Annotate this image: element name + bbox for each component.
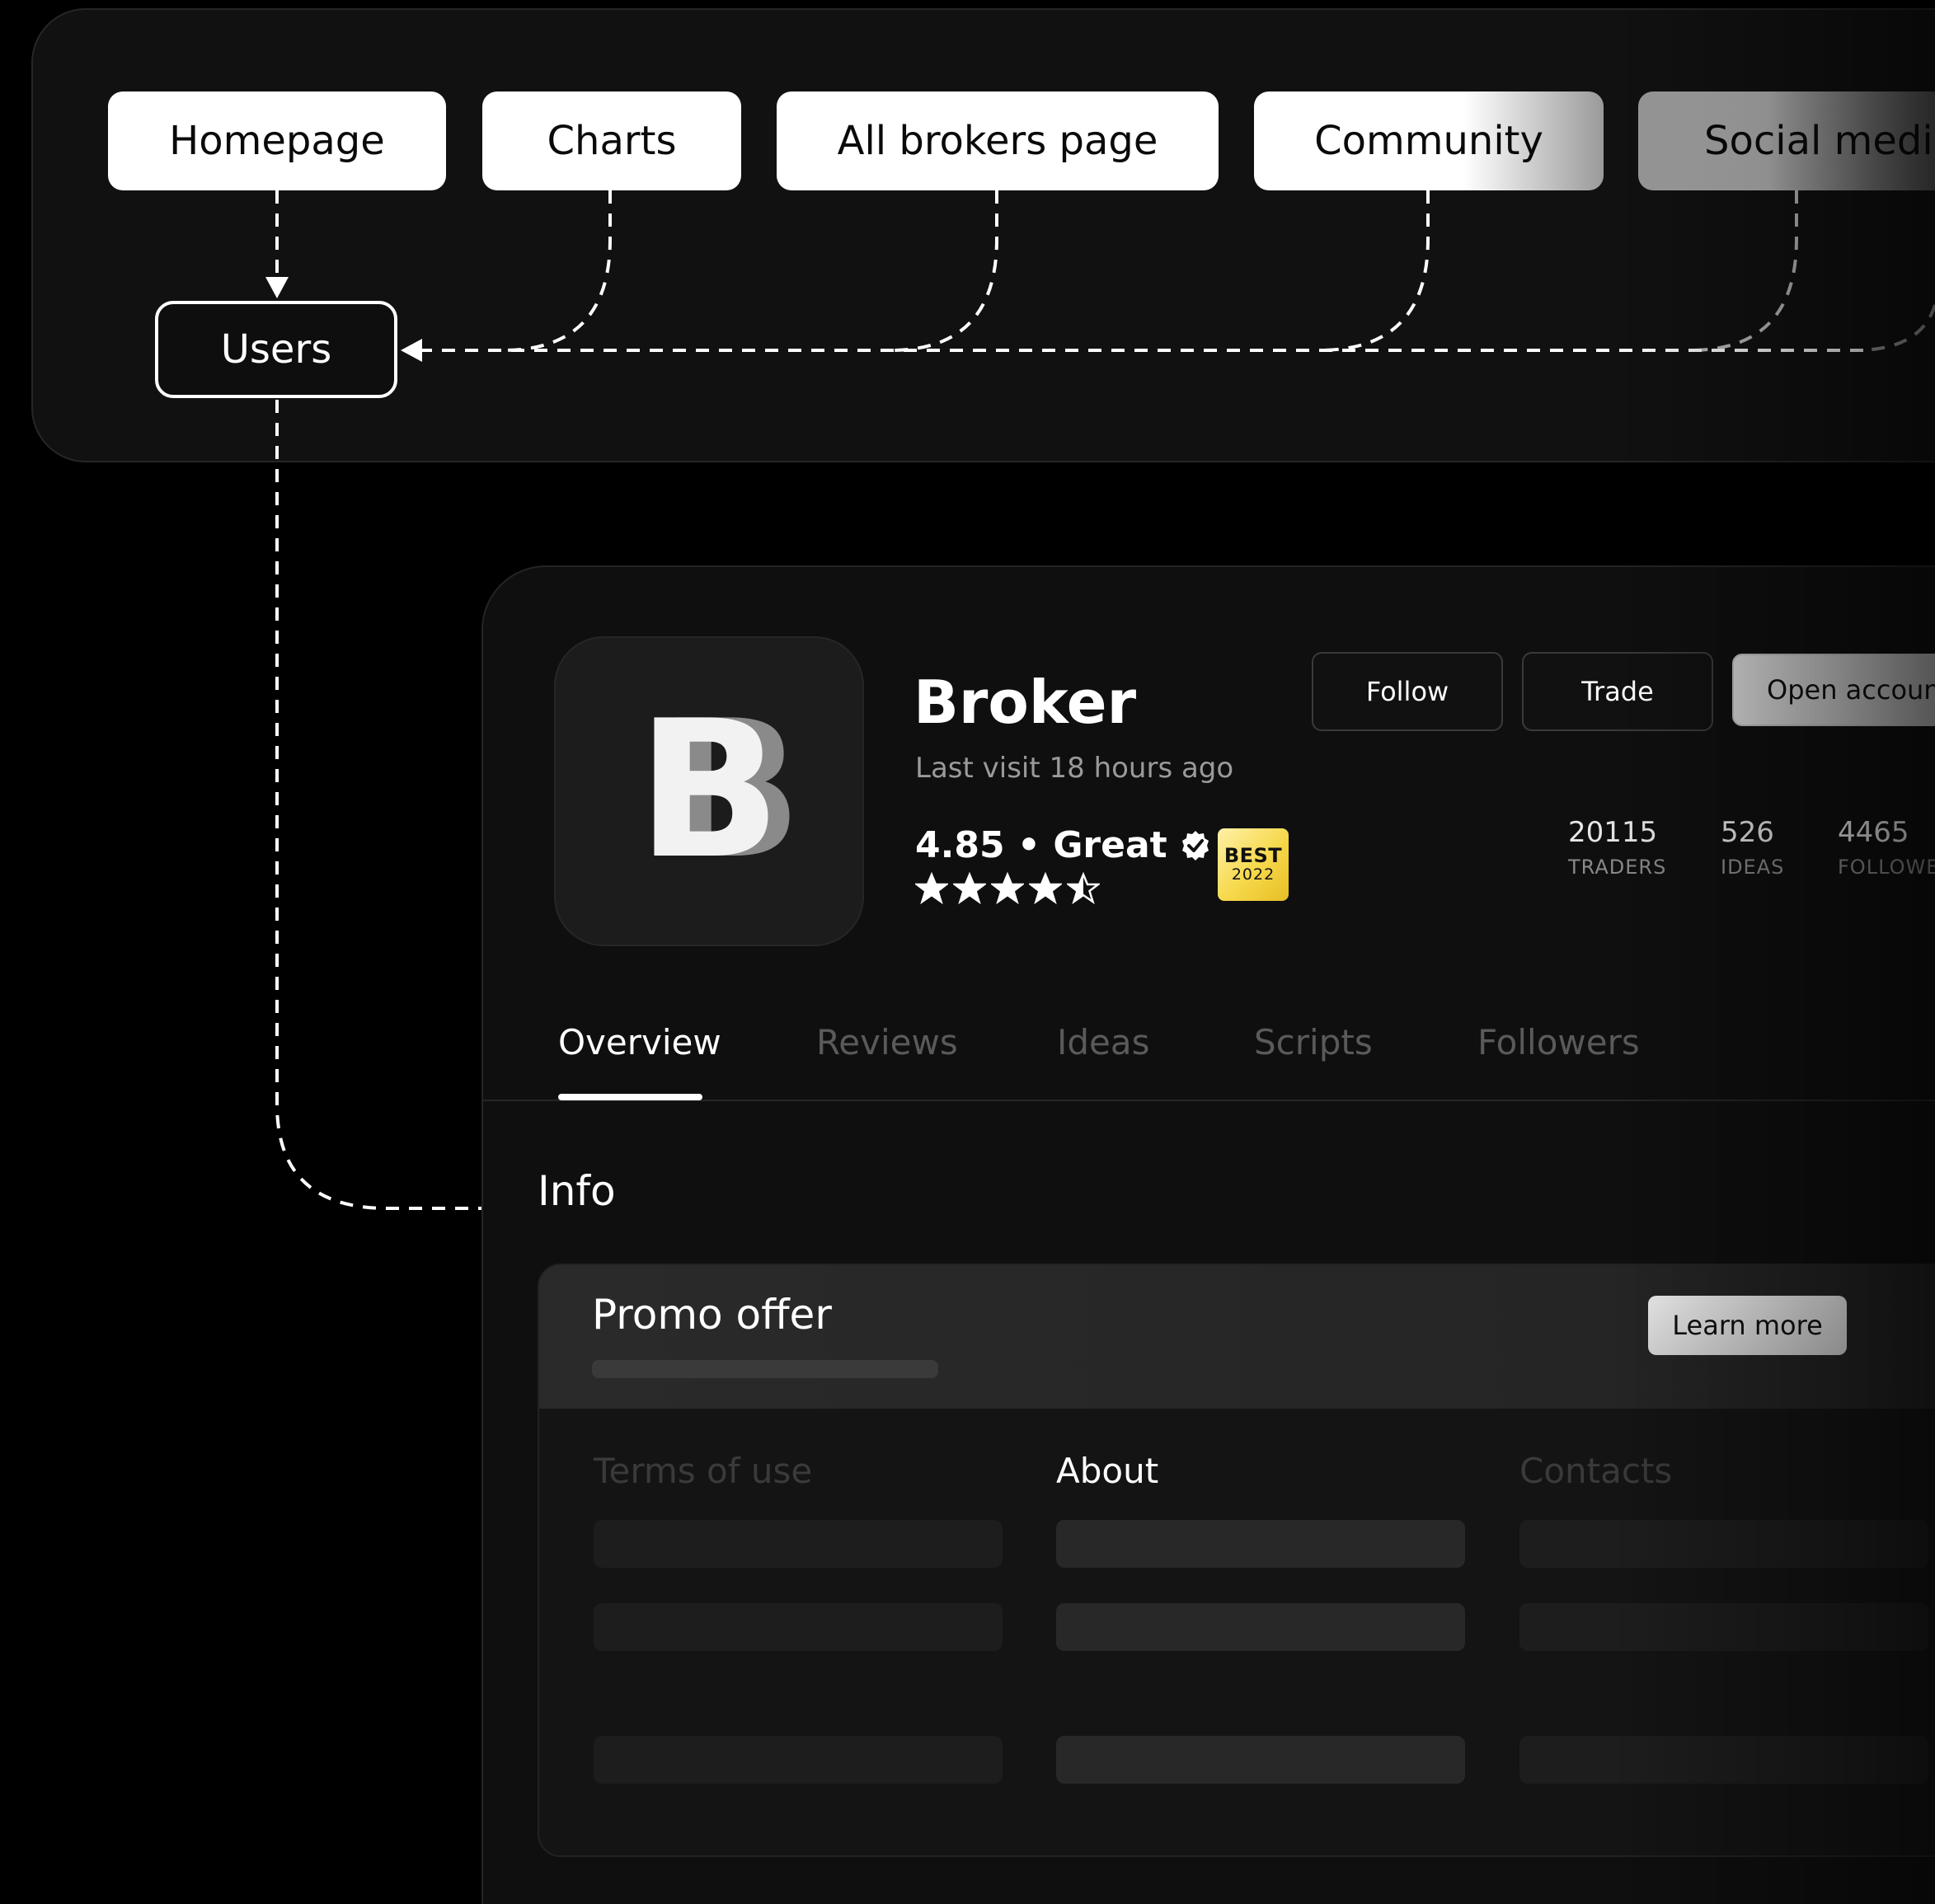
skeleton-row [1519, 1520, 1928, 1568]
open-account-button[interactable]: Open account [1732, 654, 1935, 726]
connector-all-brokers [890, 190, 998, 352]
best-2022-badge: BEST 2022 [1218, 828, 1289, 901]
column-about[interactable]: About [1056, 1451, 1158, 1491]
tab-reviews[interactable]: Reviews [816, 1022, 958, 1062]
badge-line1: BEST [1223, 844, 1283, 868]
stat-traders-value: 20115 [1568, 816, 1658, 849]
star-full-icon [1029, 872, 1062, 905]
star-full-icon [991, 872, 1024, 905]
info-heading: Info [538, 1167, 616, 1215]
logo-letter: B [636, 681, 782, 901]
column-terms-of-use[interactable]: Terms of use [594, 1451, 812, 1491]
arrow-into-users-top [265, 277, 289, 298]
tab-followers[interactable]: Followers [1477, 1022, 1640, 1062]
stat-ideas: 526 IDEAS [1721, 816, 1784, 879]
skeleton-row [594, 1736, 1003, 1784]
broker-logo: B [554, 636, 864, 946]
skeleton-row [1056, 1603, 1465, 1651]
stat-followers-label: FOLLOWERS [1838, 856, 1935, 879]
connector-charts [502, 190, 612, 352]
trade-button[interactable]: Trade [1522, 652, 1713, 731]
rating-text: 4.85 • Great [915, 824, 1167, 866]
tab-overview[interactable]: Overview [558, 1022, 721, 1062]
broker-name: Broker [913, 668, 1137, 737]
tab-scripts[interactable]: Scripts [1254, 1022, 1373, 1062]
last-visit: Last visit 18 hours ago [915, 752, 1234, 785]
rating-stars [915, 872, 1100, 905]
connector-community [1318, 190, 1430, 352]
star-full-icon [915, 872, 948, 905]
column-contacts[interactable]: Contacts [1519, 1451, 1672, 1491]
connector-social [1689, 190, 1798, 352]
rating-line: 4.85 • Great [915, 824, 1212, 866]
promo-title: Promo offer [592, 1291, 832, 1339]
stat-followers-value: 4465 [1838, 816, 1909, 849]
connector-users-profile [275, 400, 481, 1210]
learn-more-button[interactable]: Learn more [1648, 1296, 1847, 1355]
skeleton-row [1519, 1736, 1928, 1784]
stat-followers: 4465 FOLLOWERS [1838, 816, 1935, 879]
stat-ideas-label: IDEAS [1721, 856, 1785, 879]
active-tab-indicator [558, 1094, 702, 1100]
stat-ideas-value: 526 [1721, 816, 1774, 849]
promo-placeholder-bar [592, 1360, 938, 1378]
connector-offscreen [1854, 304, 1935, 352]
skeleton-row [594, 1603, 1003, 1651]
stat-traders-label: TRADERS [1568, 856, 1667, 879]
star-half-icon [1067, 872, 1100, 905]
verified-icon [1181, 830, 1209, 861]
skeleton-row [1056, 1736, 1465, 1784]
skeleton-row [594, 1520, 1003, 1568]
star-full-icon [953, 872, 986, 905]
tab-ideas[interactable]: Ideas [1057, 1022, 1150, 1062]
stat-traders: 20115 TRADERS [1568, 816, 1666, 879]
follow-button[interactable]: Follow [1312, 652, 1503, 731]
arrow-into-users-side [401, 339, 422, 362]
skeleton-row [1519, 1603, 1928, 1651]
badge-line2: 2022 [1231, 865, 1275, 884]
skeleton-row [1056, 1520, 1465, 1568]
